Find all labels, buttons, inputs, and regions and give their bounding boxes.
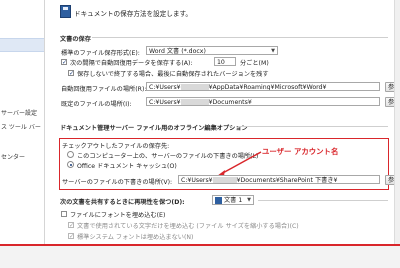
format-select-value: Word 文書 (*.docx)	[149, 48, 206, 55]
checkout-location-label: チェックアウトしたファイルの保存先:	[62, 143, 170, 150]
default-location-label: 既定のファイルの場所(I):	[61, 101, 132, 108]
used-chars-checkbox[interactable]: ✓	[68, 222, 74, 229]
drafts-path-prefix: C:¥Users¥	[181, 177, 213, 184]
chevron-down-icon: ▼	[247, 197, 251, 203]
save-section-heading: 文書の保存	[60, 36, 91, 43]
word-document-icon	[215, 196, 222, 204]
office-cache-radio[interactable]	[67, 161, 74, 168]
document-select-value: 文書 1	[224, 197, 243, 204]
format-label: 標準のファイル保存形式(E):	[61, 50, 140, 57]
used-chars-label: 文書で使用されている文字だけを埋め込む (ファイル サイズを縮小する場合)(C)	[77, 223, 299, 230]
drafts-location-label: サーバーのファイルの下書きの場所(V):	[62, 179, 173, 186]
format-select[interactable]: Word 文書 (*.docx) ▼	[146, 46, 278, 55]
nav-item-selected-highlight[interactable]	[0, 38, 44, 52]
keep-version-label: 保存しないで終了する場合、最後に自動保存されたバージョンを残す	[77, 71, 269, 78]
system-fonts-label: 標準システム フォントは埋め込まない(N)	[77, 234, 194, 241]
system-fonts-checkbox[interactable]: ✓	[68, 233, 74, 240]
autorecover-location-label: 自動回復用ファイルの場所(R):	[61, 86, 147, 93]
callout-label: ユーザー アカウント名	[262, 147, 339, 156]
document-select[interactable]: 文書 1 ▼	[212, 195, 254, 205]
default-location-input[interactable]: C:¥Users¥ ¥Documents¥	[146, 97, 380, 106]
autorecover-location-input[interactable]: C:¥Users¥ ¥AppData¥Roaming¥Microsoft¥Word…	[146, 82, 380, 91]
keep-version-checkbox[interactable]: ✓	[68, 70, 74, 77]
section-divider	[238, 126, 388, 127]
share-section-heading: 次の文書を共有するときに再現性を保つ(D):	[60, 199, 185, 206]
autosave-label: 次の間隔で自動回復用データを保存する(A):	[70, 60, 193, 67]
offline-section-heading: ドキュメント管理サーバー ファイル用のオフライン編集オプション	[60, 125, 248, 132]
default-path-prefix: C:¥Users¥	[149, 99, 181, 106]
redacted-username	[180, 83, 209, 90]
nav-item-server-settings[interactable]: サーバー設定	[1, 108, 43, 117]
redacted-username	[212, 176, 237, 183]
redacted-username	[180, 98, 209, 105]
drafts-location-input[interactable]: C:¥Users¥ ¥Documents¥SharePoint 下書き¥	[178, 175, 380, 184]
dialog-footer	[0, 244, 400, 268]
chevron-down-icon: ▼	[271, 48, 275, 54]
footer-highlight-line	[0, 244, 400, 246]
nav-item-trust-center[interactable]: センター	[1, 152, 43, 161]
save-disk-icon	[60, 5, 71, 18]
vertical-scrollbar[interactable]	[394, 0, 400, 244]
autorecover-path-prefix: C:¥Users¥	[149, 84, 181, 91]
embed-fonts-checkbox[interactable]	[61, 211, 67, 217]
autosave-checkbox[interactable]: ✓	[61, 59, 67, 66]
autorecover-path-suffix: ¥AppData¥Roaming¥Microsoft¥Word¥	[208, 84, 327, 91]
office-cache-label: Office ドキュメント キャッシュ(O)	[77, 163, 177, 170]
default-path-suffix: ¥Documents¥	[208, 99, 252, 106]
section-divider	[258, 200, 388, 201]
nav-item-quick-access-toolbar[interactable]: ス ツール バー	[1, 122, 43, 131]
section-divider	[92, 37, 388, 38]
autosave-minutes-value: 10	[217, 59, 225, 66]
page-title: ドキュメントの保存方法を設定します。	[74, 10, 193, 18]
local-drafts-radio[interactable]	[67, 151, 74, 158]
autosave-unit-label: 分ごと(M)	[240, 60, 269, 67]
autosave-minutes-input[interactable]: 10	[214, 57, 236, 66]
embed-fonts-label: ファイルにフォントを埋め込む(E)	[70, 212, 166, 219]
drafts-path-suffix: ¥Documents¥SharePoint 下書き¥	[236, 177, 338, 184]
